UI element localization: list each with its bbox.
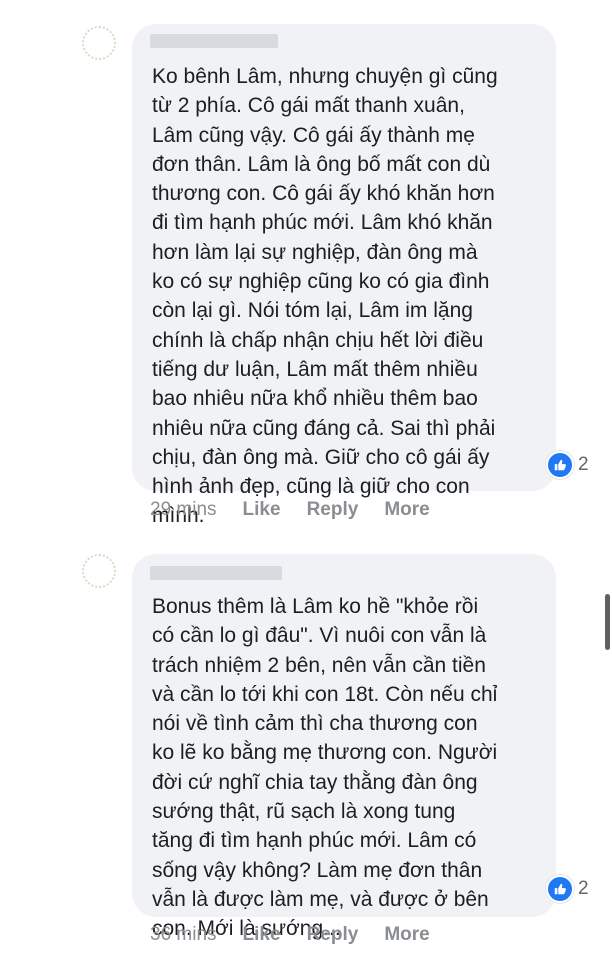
reaction-count: 2 xyxy=(578,454,589,475)
reaction-summary[interactable]: 2 xyxy=(546,451,589,479)
more-link[interactable]: More xyxy=(384,499,429,521)
more-link[interactable]: More xyxy=(384,924,429,946)
scrollbar-thumb[interactable] xyxy=(605,594,610,650)
avatar-placeholder xyxy=(82,554,116,588)
like-link[interactable]: Like xyxy=(243,499,281,521)
reaction-count: 2 xyxy=(578,878,589,899)
like-reaction-icon xyxy=(546,451,574,479)
avatar[interactable] xyxy=(76,20,124,68)
reply-link[interactable]: Reply xyxy=(307,924,359,946)
like-reaction-icon xyxy=(546,875,574,903)
comment-actions: 29 mins Like Reply More xyxy=(150,499,456,521)
timestamp[interactable]: 36 mins xyxy=(150,924,217,946)
comment-bubble: Ko bênh Lâm, nhưng chuyện gì cũng từ 2 p… xyxy=(132,24,556,527)
comment-bubble: Bonus thêm là Lâm ko hề "khỏe rồi có cần… xyxy=(132,554,556,940)
comment-text: Bonus thêm là Lâm ko hề "khỏe rồi có cần… xyxy=(152,595,498,941)
reply-link[interactable]: Reply xyxy=(307,499,359,521)
avatar-placeholder xyxy=(82,26,116,60)
timestamp[interactable]: 29 mins xyxy=(150,499,217,521)
like-link[interactable]: Like xyxy=(243,924,281,946)
comment-text: Ko bênh Lâm, nhưng chuyện gì cũng từ 2 p… xyxy=(152,65,498,528)
redacted-author-name[interactable] xyxy=(150,34,278,48)
avatar[interactable] xyxy=(76,548,124,596)
reaction-summary[interactable]: 2 xyxy=(546,875,589,903)
comment-actions: 36 mins Like Reply More xyxy=(150,924,456,946)
redacted-author-name[interactable] xyxy=(150,566,282,580)
